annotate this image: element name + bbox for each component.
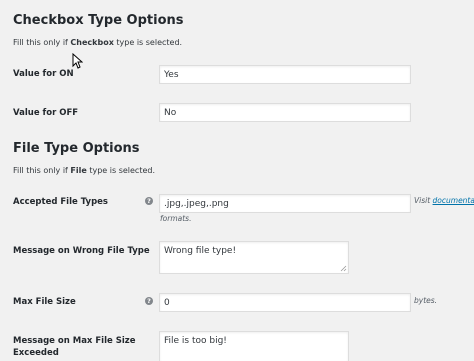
desc-prefix: Fill this only if xyxy=(13,38,71,47)
desc-suffix: type is selected. xyxy=(113,38,183,47)
wrong-file-type-textarea[interactable]: Wrong file type! xyxy=(159,241,349,274)
mouse-pointer-icon xyxy=(72,53,83,69)
accepted-file-types-input[interactable]: .jpg,.jpeg,.png xyxy=(159,194,411,213)
max-file-size-input[interactable]: 0 xyxy=(159,293,411,312)
wrong-file-type-value: Wrong file type! xyxy=(164,246,237,256)
max-file-size-label: Max File Size xyxy=(13,297,76,307)
accepted-file-types-hint: Visit documentati xyxy=(414,196,474,205)
documentation-link[interactable]: documentati xyxy=(433,196,474,205)
max-size-exceeded-label: Message on Max File Size Exceeded xyxy=(13,335,135,359)
checkbox-section-description: Fill this only if Checkbox type is selec… xyxy=(13,38,182,47)
max-size-exceeded-value: File is too big! xyxy=(164,336,227,346)
label-line-2: Exceeded xyxy=(13,348,59,358)
accepted-file-types-label: Accepted File Types xyxy=(13,197,108,207)
label-line-1: Message on Max File Size xyxy=(13,336,136,346)
max-file-size-unit: bytes. xyxy=(414,296,438,305)
desc-bold: Checkbox xyxy=(70,38,114,47)
checkbox-section-title: Checkbox Type Options xyxy=(13,13,184,28)
desc-suffix: type is selected. xyxy=(86,166,155,175)
desc-prefix: Fill this only if xyxy=(13,166,71,175)
resize-grip-icon[interactable] xyxy=(340,265,347,272)
desc-bold: File xyxy=(70,166,87,175)
question-circle-icon[interactable]: ? xyxy=(145,297,153,305)
hint-prefix: Visit xyxy=(414,196,433,205)
wrong-file-type-label: Message on Wrong File Type xyxy=(13,246,150,256)
file-section-title: File Type Options xyxy=(13,141,140,156)
value-off-label: Value for OFF xyxy=(13,108,79,118)
question-circle-icon[interactable]: ? xyxy=(145,197,153,205)
accepted-file-types-hint-formats: formats. xyxy=(160,214,192,223)
value-on-input[interactable]: Yes xyxy=(159,65,411,84)
value-off-input[interactable]: No xyxy=(159,103,411,122)
max-size-exceeded-textarea[interactable]: File is too big! xyxy=(159,331,349,361)
file-section-description: Fill this only if File type is selected. xyxy=(13,166,155,175)
value-on-label: Value for ON xyxy=(13,69,74,79)
